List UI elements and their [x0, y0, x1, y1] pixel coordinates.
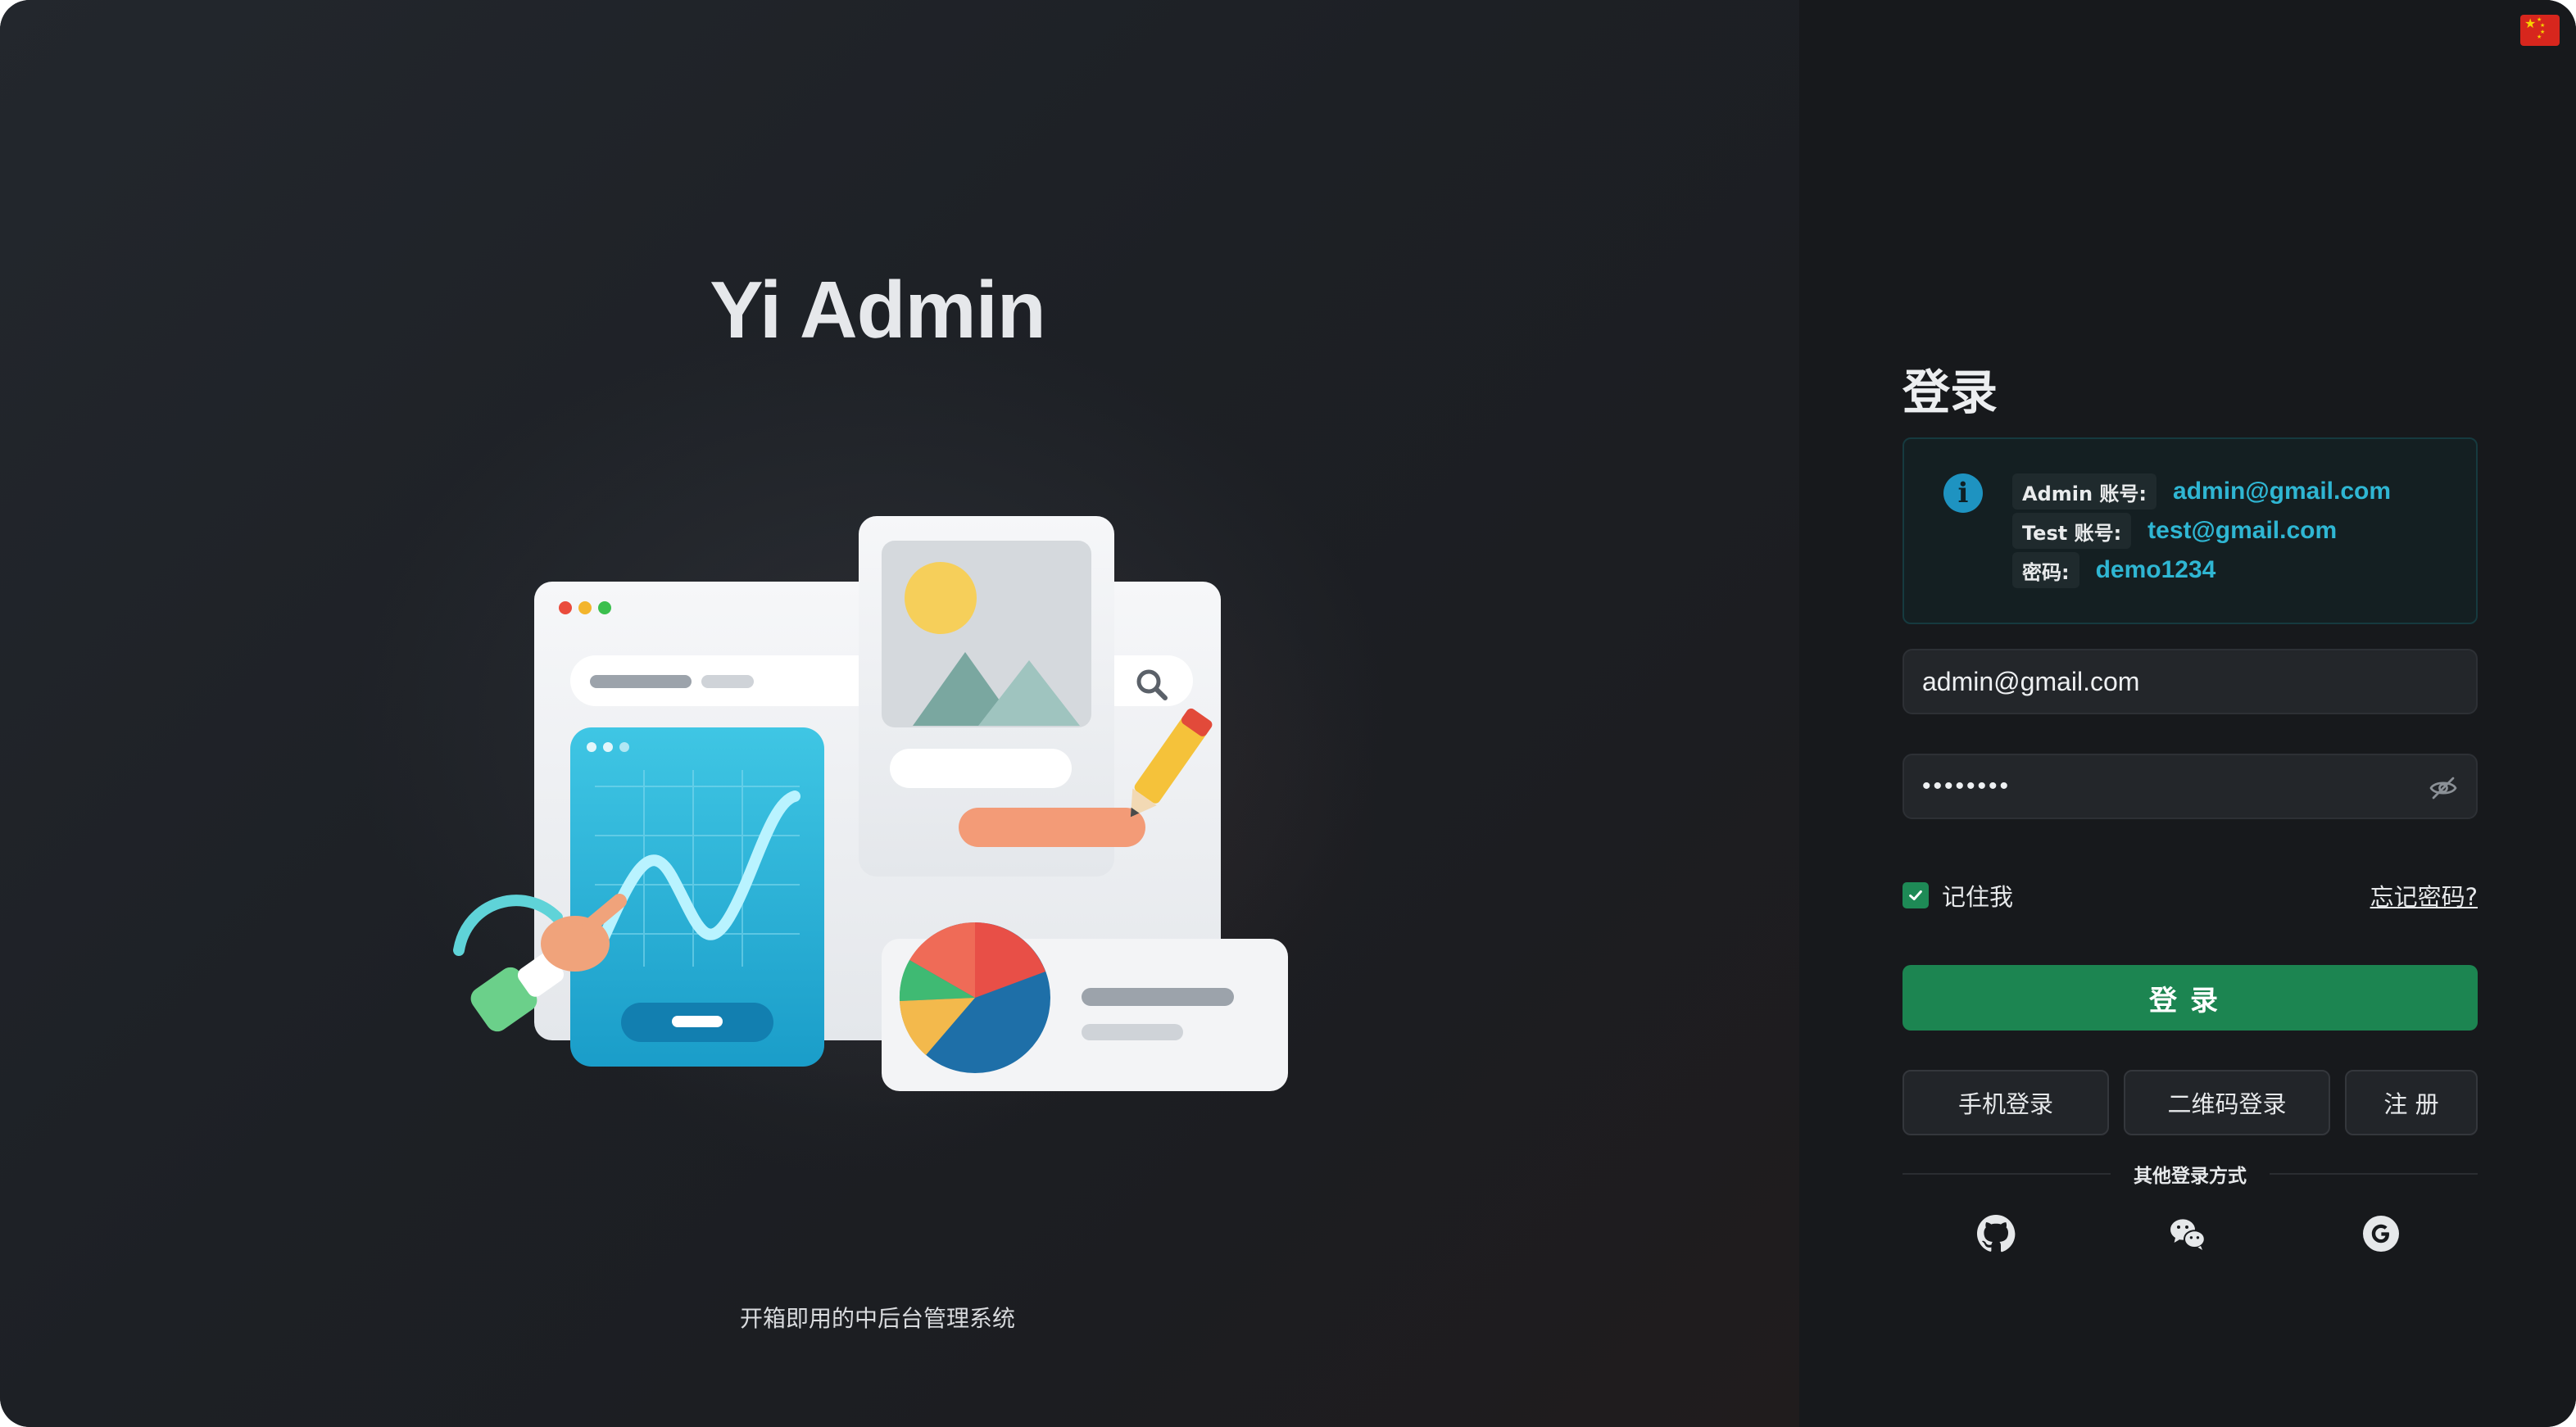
- forgot-password-link[interactable]: 忘记密码?: [2327, 878, 2478, 913]
- test-account-row: Test 账号: test@gmail.com: [2012, 513, 2337, 549]
- wechat-icon[interactable]: [2168, 1214, 2207, 1253]
- hero-section: Yi Admin 开箱即用的中后台管理系统: [0, 0, 1799, 1427]
- google-icon[interactable]: [2361, 1214, 2401, 1253]
- demo-accounts-alert: i Admin 账号: admin@gmail.com Test 账号: tes…: [1903, 437, 2478, 624]
- app-window: Yi Admin 开箱即用的中后台管理系统 ★ ★ ★ ★ ★ 登录 i Adm…: [0, 0, 2576, 1427]
- other-methods-label: 其他登录方式: [2111, 1160, 2270, 1188]
- checkbox-checked-icon[interactable]: [1903, 882, 1929, 908]
- flag-small-star: ★: [2540, 23, 2546, 29]
- flag-big-star: ★: [2524, 17, 2537, 31]
- dashboard-illustration: [453, 492, 1288, 1171]
- password-label: 密码:: [2012, 552, 2079, 588]
- qrcode-login-button[interactable]: 二维码登录: [2124, 1070, 2330, 1135]
- admin-account-value: admin@gmail.com: [2173, 478, 2392, 505]
- flag-small-star: ★: [2537, 17, 2542, 23]
- remember-me-label: 记住我: [1942, 883, 2014, 911]
- email-field-value: admin@gmail.com: [1922, 666, 2140, 696]
- test-account-value: test@gmail.com: [2147, 517, 2338, 544]
- password-field-value: ••••••••: [1922, 772, 2011, 800]
- admin-account-row: Admin 账号: admin@gmail.com: [2012, 473, 2391, 510]
- password-row: 密码: demo1234: [2012, 552, 2215, 588]
- github-icon[interactable]: [1976, 1214, 2016, 1253]
- remember-me-checkbox[interactable]: 记住我: [1903, 878, 2013, 913]
- login-submit-button[interactable]: 登录: [1903, 965, 2478, 1031]
- test-account-label: Test 账号:: [2012, 513, 2132, 549]
- password-field[interactable]: ••••••••: [1903, 754, 2478, 819]
- register-button[interactable]: 注 册: [2345, 1070, 2478, 1135]
- china-flag-icon[interactable]: ★ ★ ★ ★ ★: [2520, 15, 2560, 46]
- flag-small-star: ★: [2537, 34, 2542, 40]
- email-field[interactable]: admin@gmail.com: [1903, 649, 2478, 714]
- admin-account-label: Admin 账号:: [2012, 473, 2157, 510]
- login-heading: 登录: [1903, 365, 1998, 420]
- app-title: Yi Admin: [710, 265, 1045, 355]
- password-value: demo1234: [2095, 556, 2216, 583]
- app-tagline: 开箱即用的中后台管理系统: [739, 1305, 1015, 1332]
- phone-login-button[interactable]: 手机登录: [1903, 1070, 2109, 1135]
- eye-off-icon[interactable]: [2429, 773, 2458, 803]
- info-icon: i: [1943, 473, 1983, 513]
